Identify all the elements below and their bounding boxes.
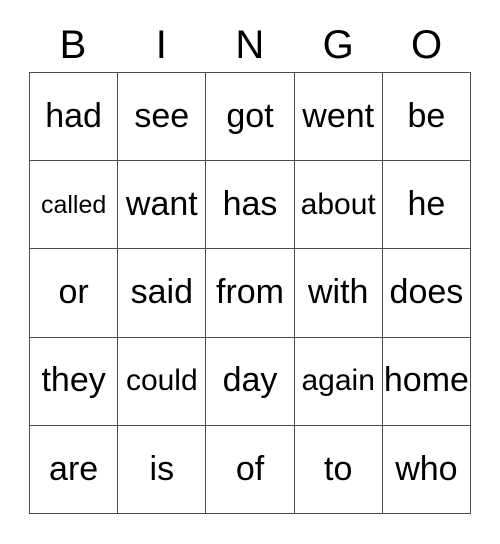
bingo-cell-word: day <box>222 361 278 400</box>
bingo-cell[interactable]: got <box>206 73 295 162</box>
bingo-cell-word: be <box>407 96 446 135</box>
bingo-cell-word: has <box>222 184 278 223</box>
bingo-cell[interactable]: said <box>118 249 207 338</box>
bingo-cell[interactable]: called <box>30 161 119 250</box>
bingo-grid: had see got went be called want has about he or sai… <box>29 72 472 515</box>
header-letter-text: I <box>155 23 168 67</box>
bingo-cell-word: got <box>226 96 274 135</box>
bingo-cell-word: home <box>383 361 469 400</box>
bingo-cell-word: went <box>302 96 375 135</box>
bingo-cell[interactable]: went <box>294 73 383 162</box>
bingo-row: or said from with does <box>30 249 472 338</box>
bingo-cell[interactable]: of <box>206 425 295 515</box>
bingo-cell[interactable]: or <box>30 249 119 338</box>
bingo-cell[interactable]: who <box>382 425 472 515</box>
bingo-cell-word: they <box>41 361 106 400</box>
bingo-cell-word: does <box>389 273 464 312</box>
bingo-cell[interactable]: day <box>206 337 295 426</box>
bingo-cell[interactable]: to <box>294 425 383 515</box>
bingo-cell-word: again <box>301 364 375 398</box>
bingo-header-letter-b: B <box>29 18 117 72</box>
bingo-cell-word: about <box>300 188 376 222</box>
bingo-cell-word: of <box>235 449 265 488</box>
bingo-cell[interactable]: he <box>382 161 472 250</box>
bingo-cell[interactable]: has <box>206 161 295 250</box>
bingo-header-letter-g: G <box>294 18 382 72</box>
bingo-header-letter-o: O <box>383 18 471 72</box>
header-letter-text: N <box>235 23 265 67</box>
bingo-cell[interactable]: is <box>118 425 207 515</box>
bingo-cell[interactable]: see <box>118 73 207 162</box>
header-letter-text: G <box>322 23 355 67</box>
bingo-cell-word: who <box>395 449 458 488</box>
bingo-cell[interactable]: want <box>118 161 207 250</box>
bingo-cell[interactable]: again <box>294 337 383 426</box>
bingo-cell-word: is <box>149 449 175 488</box>
bingo-cell-word: called <box>40 190 107 219</box>
bingo-cell[interactable]: had <box>30 73 119 162</box>
bingo-cell[interactable]: are <box>30 425 119 515</box>
bingo-cell-word: or <box>58 273 89 312</box>
bingo-cell[interactable]: does <box>382 249 472 338</box>
bingo-header-row: B I N G O <box>29 18 471 72</box>
bingo-cell[interactable]: be <box>382 73 472 162</box>
bingo-row: called want has about he <box>30 161 472 250</box>
bingo-cell-word: he <box>407 184 446 223</box>
bingo-header-letter-n: N <box>206 18 294 72</box>
header-letter-text: B <box>59 23 87 67</box>
header-letter-text: O <box>411 23 443 67</box>
bingo-card: B I N G O had see got went be called want has ab… <box>0 0 500 544</box>
bingo-cell[interactable]: with <box>294 249 383 338</box>
bingo-cell-word: are <box>49 449 99 488</box>
bingo-header-letter-i: I <box>117 18 205 72</box>
bingo-cell[interactable]: home <box>382 337 472 426</box>
bingo-cell-word: had <box>45 96 102 135</box>
bingo-cell-word: from <box>216 273 284 312</box>
bingo-cell-word: could <box>125 364 198 398</box>
bingo-cell[interactable]: about <box>294 161 383 250</box>
bingo-row: they could day again home <box>30 337 472 426</box>
bingo-row: are is of to who <box>30 425 472 515</box>
bingo-cell-word: to <box>324 449 353 488</box>
bingo-cell-word: with <box>307 273 369 312</box>
bingo-row: had see got went be <box>30 73 472 162</box>
bingo-cell[interactable]: they <box>30 337 119 426</box>
bingo-cell-word: want <box>125 184 198 223</box>
bingo-cell-word: see <box>134 96 190 135</box>
bingo-cell[interactable]: could <box>118 337 207 426</box>
bingo-cell[interactable]: from <box>206 249 295 338</box>
bingo-cell-word: said <box>130 273 193 312</box>
